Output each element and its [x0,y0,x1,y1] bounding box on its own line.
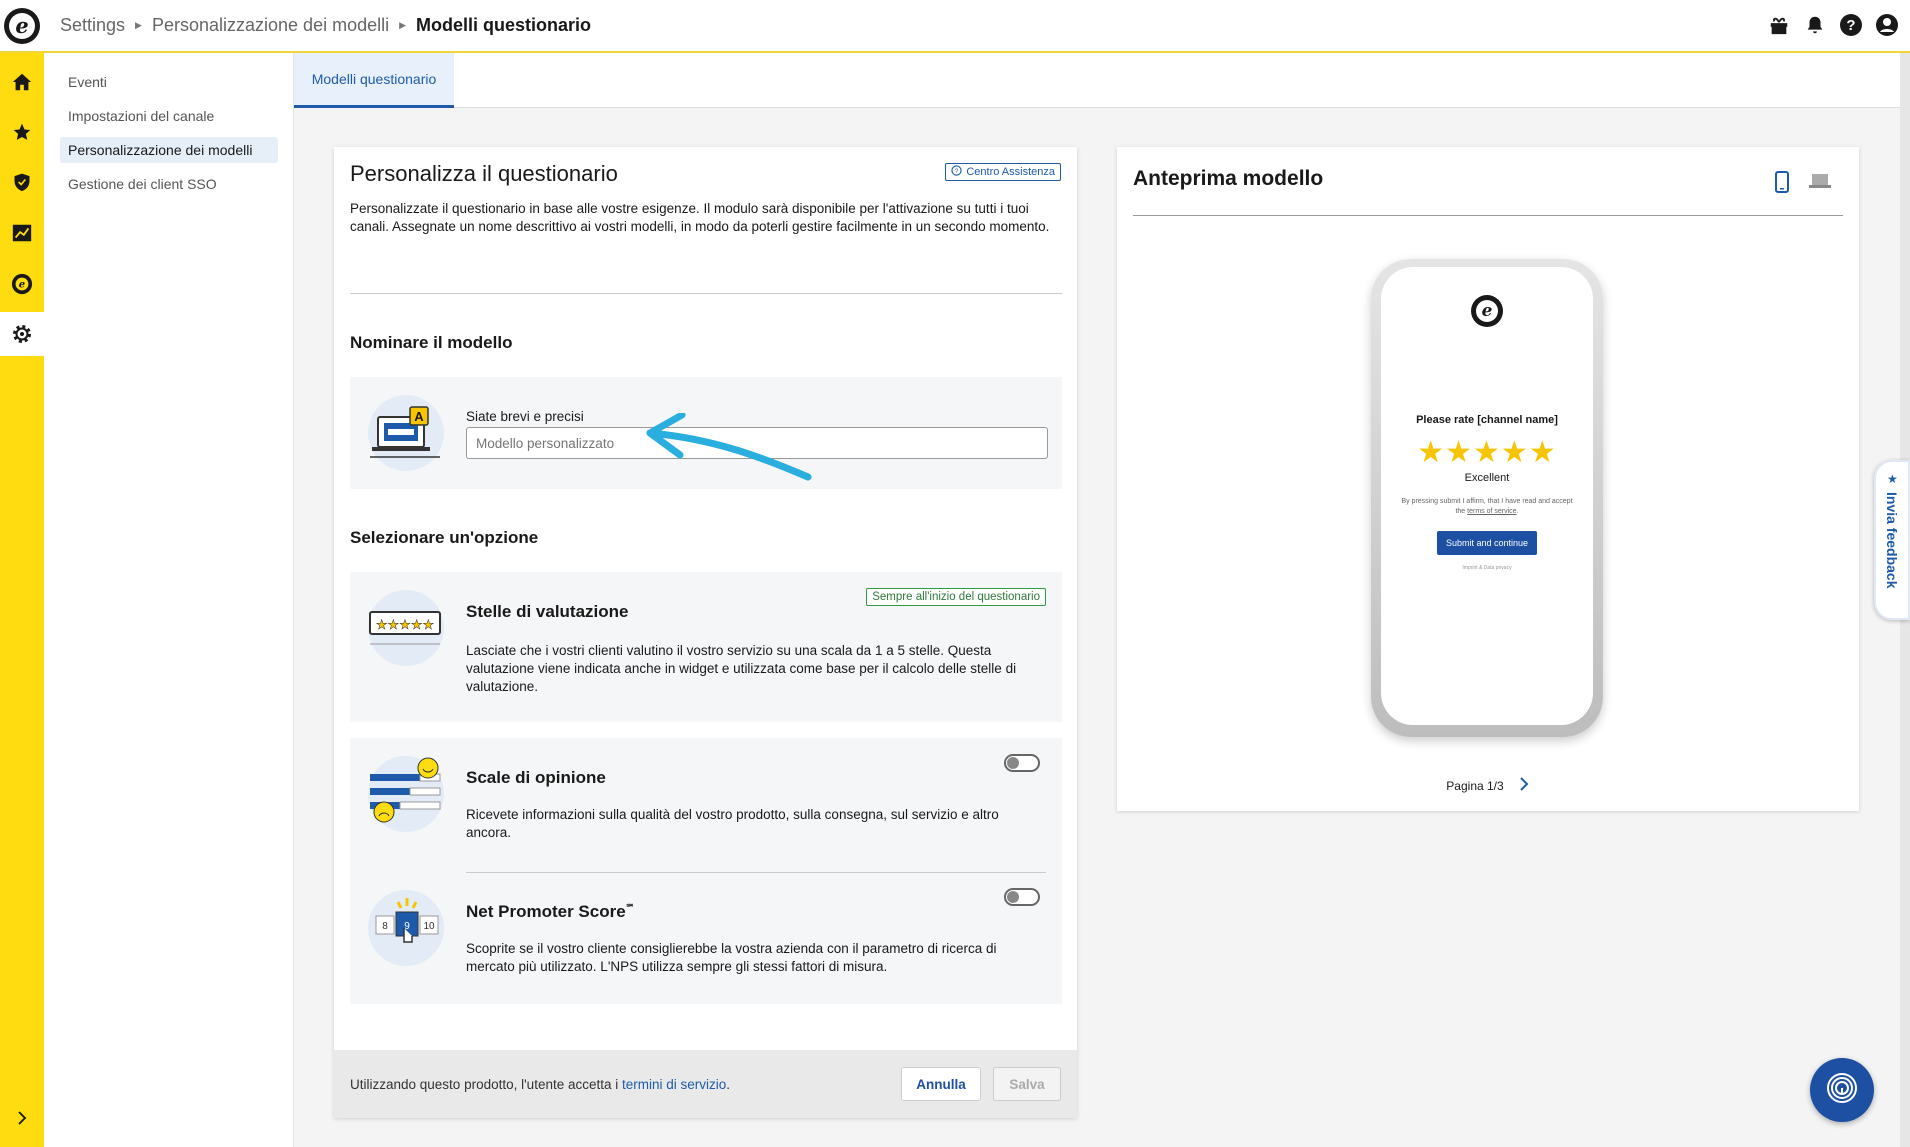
preview-legal-text: By pressing submit I affirm, that I have… [1401,498,1573,515]
app-rail: e [0,53,44,1147]
card-footer: Utilizzando questo prodotto, l'utente ac… [334,1050,1077,1118]
trustedshops-icon[interactable]: e [7,269,37,299]
sidenav-item-events[interactable]: Eventi [60,69,278,95]
option-description: Ricevete informazioni sulla qualità del … [466,807,999,840]
option-description: Scoprite se il vostro cliente consiglier… [466,941,997,974]
desktop-view-icon[interactable] [1809,173,1831,194]
breadcrumb-customization[interactable]: Personalizzazione dei modelli [152,15,389,36]
customize-survey-card: Personalizza il questionario ? Centro As… [334,147,1077,1118]
chart-icon[interactable] [7,218,37,248]
preview-submit-button: Submit and continue [1437,531,1537,555]
sidenav-item-template-customization[interactable]: Personalizzazione dei modelli [60,137,278,163]
preview-stars: ★★★★★ [1417,435,1557,470]
bell-icon[interactable] [1802,12,1828,38]
name-field-label: Siate brevi e precisi [466,409,584,424]
divider [1133,215,1843,216]
preview-star-label: Excellent [1464,472,1510,484]
page-title: Modelli questionario [416,15,592,35]
fingerprint-icon [1824,1070,1860,1111]
gear-icon[interactable] [0,312,44,356]
trustedshops-logo[interactable]: e [4,7,40,44]
name-box: A Siate brevi e precisi [350,377,1062,489]
sidenav-item-sso-clients[interactable]: Gestione dei client SSO [60,171,278,197]
svg-text:★★★★★: ★★★★★ [376,618,434,633]
phone-mockup: e Please rate [channel name] ★★★★★ Excel… [1371,259,1603,737]
shield-icon[interactable] [7,167,37,197]
option-title-text: Net Promoter Score [466,902,626,921]
tab-survey-templates[interactable]: Modelli questionario [294,53,454,108]
sidenav-item-channel-settings[interactable]: Impostazioni del canale [60,103,278,129]
cancel-button[interactable]: Annulla [901,1067,981,1101]
service-mark: ℠ [625,902,635,913]
feedback-label: Invia feedback [1884,492,1900,589]
option-title: Stelle di valutazione [466,602,629,621]
gift-icon[interactable] [1766,12,1792,38]
breadcrumb-separator-icon: ▶ [135,20,142,30]
divider [350,293,1062,294]
save-button[interactable]: Salva [993,1067,1061,1101]
nps-number: 10 [423,921,435,932]
breadcrumb-separator-icon: ▶ [399,20,407,30]
star-icon: ★ [1887,472,1898,486]
card-title: Personalizza il questionario [350,161,618,186]
tab-bar: Modelli questionario [294,53,1900,108]
divider [466,872,1046,873]
terms-link[interactable]: termini di servizio [622,1077,726,1092]
opinion-scale-illustration-icon [368,756,444,832]
opinion-scale-toggle[interactable] [1004,754,1040,772]
preview-title: Anteprima modello [1133,167,1324,190]
help-center-label: Centro Assistenza [966,166,1055,178]
terms-notice: Utilizzando questo prodotto, l'utente ac… [350,1076,731,1092]
mobile-view-icon[interactable] [1775,171,1789,198]
trustedshops-logo: e [1471,295,1503,327]
preview-pager: Pagina 1/3 [1117,777,1859,794]
option-description: Lasciate che i vostri clienti valutino i… [466,643,1017,694]
svg-text:?: ? [955,168,959,175]
home-icon[interactable] [7,67,37,97]
annotation-arrow-icon [646,413,812,481]
always-first-badge: Sempre all'inizio del questionario [866,588,1046,606]
chevron-right-icon[interactable] [1518,777,1530,794]
help-center-link[interactable]: ? Centro Assistenza [945,163,1061,181]
option-section-title: Selezionare un'opzione [350,528,539,547]
phone-screen: e Please rate [channel name] ★★★★★ Excel… [1381,267,1593,725]
feedback-tab[interactable]: ★ Invia feedback [1874,460,1910,620]
svg-text:A: A [414,409,424,424]
intro-text: Personalizzate il questionario in base a… [350,201,1050,234]
settings-sidenav: Eventi Impostazioni del canale Personali… [44,53,294,1147]
pager-label: Pagina 1/3 [1446,778,1504,793]
star-icon[interactable] [7,117,37,147]
nps-toggle[interactable] [1004,888,1040,906]
option-title: Net Promoter Score℠ [466,902,635,922]
account-icon[interactable] [1874,12,1900,38]
option-rating-stars: ★★★★★ Sempre all'inizio del questionario… [350,572,1062,722]
option-title: Scale di opinione [466,768,606,787]
expand-chevron-icon[interactable] [7,1103,37,1133]
optional-modules-box: Scale di opinione Ricevete informazioni … [350,738,1062,1004]
preview-imprint-link: Imprint & Data privacy [1462,565,1512,571]
help-circle-icon: ? [951,165,962,179]
nps-number: 8 [382,921,388,932]
laptop-illustration-icon: A [368,395,444,471]
breadcrumb: Settings ▶ Personalizzazione dei modelli… [60,15,591,36]
svg-text:?: ? [1846,17,1855,34]
top-bar: e Settings ▶ Personalizzazione dei model… [0,0,1910,53]
preview-rate-title: Please rate [channel name] [1416,414,1558,426]
breadcrumb-settings[interactable]: Settings [60,15,125,36]
fingerprint-button[interactable] [1810,1058,1874,1122]
nps-illustration-icon: 8 9 10 [368,890,444,966]
help-icon[interactable]: ? [1838,12,1864,38]
name-section-title: Nominare il modello [350,333,513,352]
svg-text:e: e [19,280,25,291]
star-rating-illustration-icon: ★★★★★ [368,590,444,666]
preview-card: Anteprima modello e Please rate [channel… [1117,147,1859,811]
